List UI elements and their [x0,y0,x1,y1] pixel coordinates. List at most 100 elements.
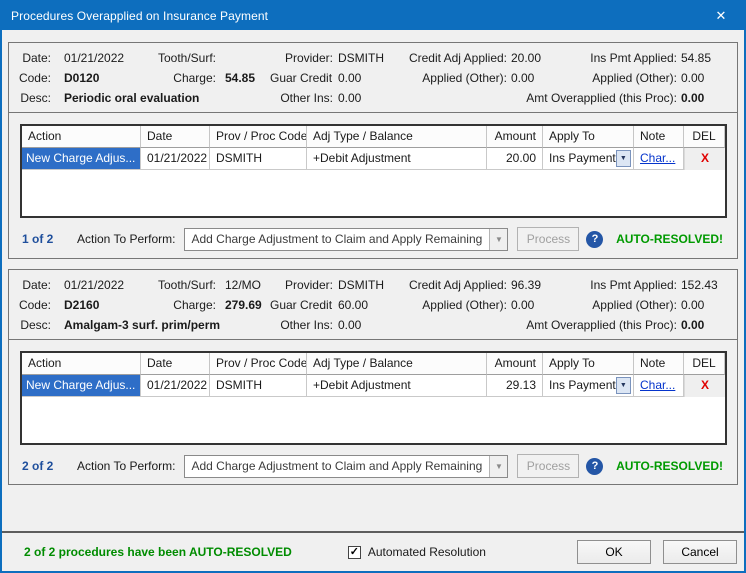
checkmark-icon: ✓ [350,547,359,558]
applied-other-label: Applied (Other): [560,68,677,88]
dialog-window: Procedures Overapplied on Insurance Paym… [0,0,746,573]
automated-resolution-checkbox[interactable]: ✓ Automated Resolution [348,545,486,559]
chevron-down-icon: ▼ [489,456,507,477]
charge-value: 54.85 [216,68,270,88]
dropdown-arrow-glyph: ▼ [495,235,503,244]
note-link[interactable]: Char... [640,151,675,165]
action-to-perform-label: Action To Perform: [77,459,175,473]
provider-value: DSMITH [333,275,400,295]
apply-to-dropdown[interactable]: Ins Payment ▼ [543,375,634,397]
dropdown-button[interactable]: ▼ [616,377,631,394]
action-to-perform-value: Add Charge Adjustment to Claim and Apply… [185,232,489,246]
prov-cell: DSMITH [210,148,307,170]
checkbox-label: Automated Resolution [368,545,486,559]
guar-credit-value: 60.00 [333,295,400,315]
table-header-row: Action Date Prov / Proc Code Adj Type / … [22,353,725,375]
applied-other-label: Applied (Other): [400,295,507,315]
col-header-action: Action [22,353,141,375]
guar-credit-label: Guar Credit: [270,295,333,315]
apply-to-value: Ins Payment [549,375,616,396]
note-cell: Char... [634,148,684,170]
process-button[interactable]: Process [517,227,579,251]
delete-row-button[interactable]: X [684,148,725,170]
prov-cell: DSMITH [210,375,307,397]
tooth-surf-label: Tooth/Surf: [145,48,216,68]
col-header-del: DEL [684,126,725,148]
title-bar: Procedures Overapplied on Insurance Paym… [2,2,744,30]
col-header-prov: Prov / Proc Code [210,353,307,375]
date-value: 01/21/2022 [51,48,145,68]
procedure-index: 2 of 2 [22,459,64,473]
procedure-info-2: Date: 01/21/2022 Tooth/Surf: 12/MO Provi… [9,270,737,340]
table-row[interactable]: New Charge Adjus... 01/21/2022 DSMITH +D… [22,148,725,170]
tooth-surf-value [216,48,270,68]
desc-label: Desc: [18,88,51,108]
col-header-prov: Prov / Proc Code [210,126,307,148]
other-ins-label: Other Ins: [270,315,333,335]
action-to-perform-label: Action To Perform: [77,232,175,246]
provider-label: Provider: [270,48,333,68]
chevron-down-icon: ▼ [489,229,507,250]
process-button[interactable]: Process [517,454,579,478]
table-row[interactable]: New Charge Adjus... 01/21/2022 DSMITH +D… [22,375,725,397]
table-empty-area [22,397,725,443]
charge-label: Charge: [145,68,216,88]
applied-other-value: 0.00 [507,295,560,315]
dropdown-button[interactable]: ▼ [616,150,631,167]
other-ins-label: Other Ins: [270,88,333,108]
amount-cell: 29.13 [487,375,543,397]
procedure-info-1: Date: 01/21/2022 Tooth/Surf: Provider: D… [9,43,737,113]
col-header-action: Action [22,126,141,148]
action-cell-selected[interactable]: New Charge Adjus... [22,375,141,397]
note-link[interactable]: Char... [640,378,675,392]
chevron-down-icon: ▼ [620,148,627,169]
col-header-apply-to: Apply To [543,126,634,148]
apply-to-dropdown[interactable]: Ins Payment ▼ [543,148,634,170]
col-header-amount: Amount [487,353,543,375]
credit-adj-applied-label: Credit Adj Applied: [400,275,507,295]
col-header-adj-type: Adj Type / Balance [307,126,487,148]
date-label: Date: [18,275,51,295]
action-to-perform-dropdown[interactable]: Add Charge Adjustment to Claim and Apply… [184,228,508,251]
amt-overapplied-value: 0.00 [677,88,728,108]
applied-other-label: Applied (Other): [400,68,507,88]
footer-bar: 2 of 2 procedures have been AUTO-RESOLVE… [2,533,744,571]
charge-value: 279.69 [216,295,270,315]
guar-credit-label: Guar Credit: [270,68,333,88]
auto-resolved-badge: AUTO-RESOLVED! [616,459,723,473]
amt-overapplied-value: 0.00 [677,315,728,335]
help-icon[interactable]: ? [586,231,603,248]
amount-cell: 20.00 [487,148,543,170]
cancel-button[interactable]: Cancel [663,540,737,564]
tooth-surf-value: 12/MO [216,275,270,295]
credit-adj-applied-value: 96.39 [507,275,560,295]
action-to-perform-dropdown[interactable]: Add Charge Adjustment to Claim and Apply… [184,455,508,478]
close-button[interactable]: ✕ [698,2,744,30]
help-icon[interactable]: ? [586,458,603,475]
delete-row-button[interactable]: X [684,375,725,397]
apply-to-value: Ins Payment [549,148,616,169]
action-cell-selected[interactable]: New Charge Adjus... [22,148,141,170]
note-cell: Char... [634,375,684,397]
applied-other-value: 0.00 [677,295,728,315]
window-title: Procedures Overapplied on Insurance Paym… [2,9,268,23]
provider-value: DSMITH [333,48,400,68]
table-header-row: Action Date Prov / Proc Code Adj Type / … [22,126,725,148]
col-header-del: DEL [684,353,725,375]
ok-button[interactable]: OK [577,540,651,564]
action-row-1: 1 of 2 Action To Perform: Add Charge Adj… [22,227,723,251]
close-icon: ✕ [716,8,727,24]
desc-value: Periodic oral evaluation [51,88,270,108]
date-value: 01/21/2022 [51,275,145,295]
ins-pmt-applied-label: Ins Pmt Applied: [560,48,677,68]
date-label: Date: [18,48,51,68]
spacer [2,485,744,531]
credit-adj-applied-value: 20.00 [507,48,560,68]
checkbox-box[interactable]: ✓ [348,546,361,559]
col-header-date: Date [141,353,210,375]
other-ins-value: 0.00 [333,88,400,108]
adjustments-table-2: Action Date Prov / Proc Code Adj Type / … [20,351,727,445]
col-header-note: Note [634,126,684,148]
adjustments-table-1: Action Date Prov / Proc Code Adj Type / … [20,124,727,218]
col-header-amount: Amount [487,126,543,148]
